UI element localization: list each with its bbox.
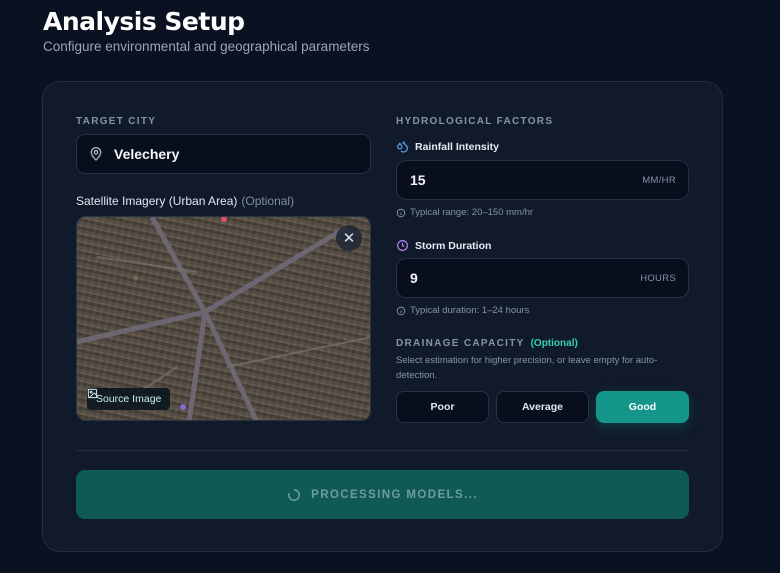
drainage-optional-text: (Optional): [530, 338, 578, 349]
satellite-label: Satellite Imagery (Urban Area) (Optional): [76, 194, 294, 208]
storm-hint: Typical duration: 1–24 hours: [396, 305, 529, 316]
spinner-icon: [288, 488, 301, 501]
close-icon: ✕: [342, 230, 356, 247]
storm-title: Storm Duration: [396, 239, 491, 252]
rainfall-value: 15: [410, 172, 426, 188]
image-icon: [87, 388, 98, 399]
page-title: Analysis Setup: [43, 7, 245, 36]
rainfall-label: Rainfall Intensity: [415, 140, 500, 153]
drainage-description: Select estimation for higher precision, …: [396, 355, 658, 381]
clock-icon: [397, 240, 408, 251]
satellite-image: ✕ Source Image: [76, 216, 371, 421]
map-pin-icon: [90, 147, 102, 161]
rainfall-input[interactable]: 15 MM/HR: [396, 160, 689, 200]
drainage-option-poor[interactable]: Poor: [396, 391, 489, 423]
rainfall-hint-text: Typical range: 20–150 mm/hr: [410, 207, 534, 218]
drainage-capacity-label: DRAINAGE CAPACITY (Optional): [396, 338, 578, 349]
source-image-label: Source Image: [96, 393, 162, 405]
page-subtitle: Configure environmental and geographical…: [43, 39, 370, 54]
info-icon: [396, 306, 406, 315]
hydrological-factors-label: HYDROLOGICAL FACTORS: [396, 116, 554, 127]
storm-value: 9: [410, 270, 418, 286]
satellite-label-text: Satellite Imagery (Urban Area): [76, 194, 238, 208]
droplets-icon: [397, 141, 408, 153]
target-city-input[interactable]: Velechery: [76, 134, 371, 174]
drainage-option-average[interactable]: Average: [496, 391, 589, 423]
processing-models-label: PROCESSING MODELS...: [311, 488, 478, 501]
rainfall-hint: Typical range: 20–150 mm/hr: [396, 207, 533, 218]
drainage-option-good[interactable]: Good: [596, 391, 689, 423]
rainfall-unit: MM/HR: [642, 174, 676, 186]
processing-models-button[interactable]: PROCESSING MODELS...: [76, 470, 689, 519]
analysis-setup-card: TARGET CITY Velechery Satellite Imagery …: [42, 81, 723, 552]
drainage-label-text: DRAINAGE CAPACITY: [396, 338, 525, 349]
storm-label: Storm Duration: [415, 239, 492, 252]
divider: [76, 450, 689, 451]
satellite-optional-text: (Optional): [241, 194, 295, 208]
info-icon: [396, 208, 406, 217]
storm-unit: HOURS: [640, 272, 676, 284]
target-city-label: TARGET CITY: [76, 116, 157, 127]
storm-duration-input[interactable]: 9 HOURS: [396, 258, 689, 298]
storm-hint-text: Typical duration: 1–24 hours: [410, 305, 530, 316]
target-city-value: Velechery: [114, 146, 180, 162]
remove-image-button[interactable]: ✕: [336, 225, 362, 251]
rainfall-title: Rainfall Intensity: [396, 140, 499, 153]
source-image-badge: Source Image: [87, 388, 171, 410]
